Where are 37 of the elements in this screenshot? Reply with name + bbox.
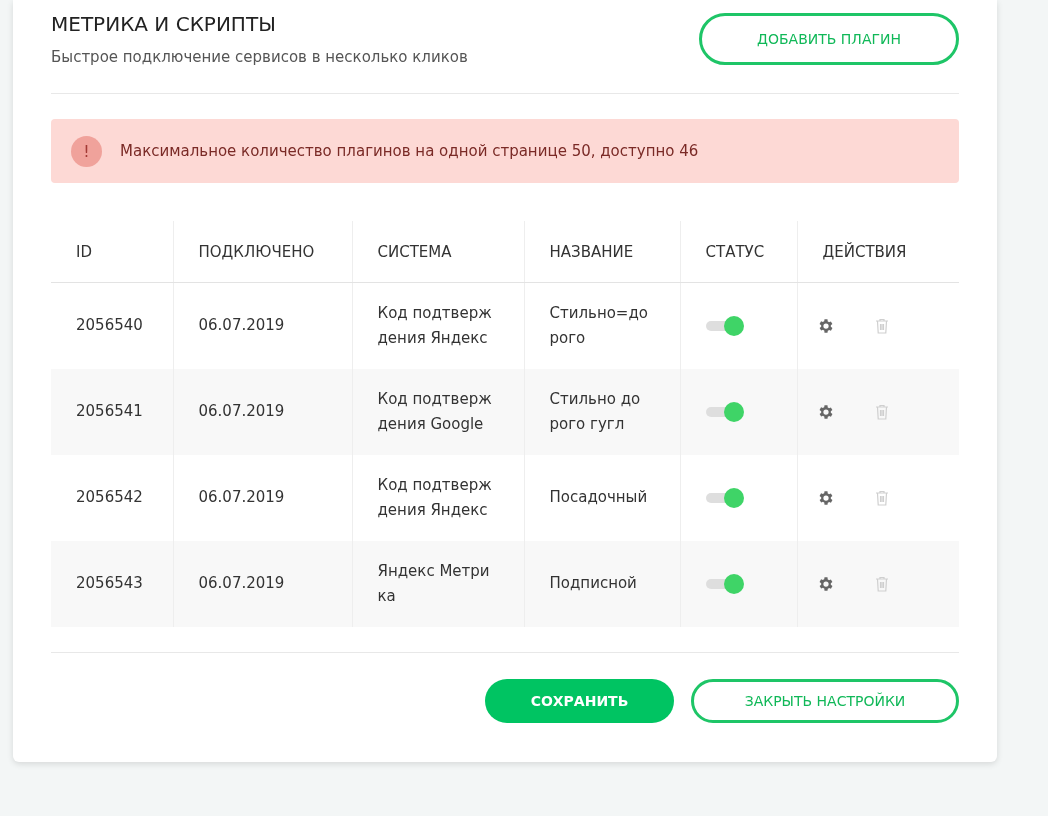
delete-icon[interactable] bbox=[874, 489, 889, 506]
status-toggle[interactable] bbox=[705, 315, 744, 336]
column-header: ID bbox=[51, 221, 173, 283]
column-header: ПОДКЛЮЧЕНО bbox=[173, 221, 352, 283]
table-cell: Код подтверж дения Google bbox=[352, 368, 524, 455]
table-cell: 06.07.2019 bbox=[173, 454, 352, 541]
status-toggle[interactable] bbox=[705, 573, 744, 594]
status-toggle[interactable] bbox=[705, 401, 744, 422]
table-cell: 2056541 bbox=[51, 368, 173, 455]
close-settings-button[interactable]: ЗАКРЫТЬ НАСТРОЙКИ bbox=[691, 678, 959, 723]
column-header: СТАТУС bbox=[680, 221, 797, 283]
table-cell: 06.07.2019 bbox=[173, 282, 352, 369]
table-cell: 2056542 bbox=[51, 454, 173, 541]
table-cell: Стильно до рого гугл bbox=[524, 368, 680, 455]
table-cell: Код подтверж дения Яндекс bbox=[352, 454, 524, 541]
section-title: МЕТРИКА И СКРИПТЫ bbox=[51, 12, 277, 36]
save-button[interactable]: СОХРАНИТЬ bbox=[485, 678, 674, 723]
table-cell: Код подтверж дения Яндекс bbox=[352, 282, 524, 369]
delete-icon[interactable] bbox=[874, 403, 889, 420]
column-header: НАЗВАНИЕ bbox=[524, 221, 680, 283]
table-cell: 06.07.2019 bbox=[173, 368, 352, 455]
table-cell: Яндекс Метри ка bbox=[352, 540, 524, 627]
table-cell: Подписной bbox=[524, 540, 680, 627]
delete-icon[interactable] bbox=[874, 575, 889, 592]
table-cell: Стильно=до рого bbox=[524, 282, 680, 369]
alert-text: Максимальное количество плагинов на одной странице 50, доступно 46 bbox=[120, 142, 699, 160]
table-cell: Посадочный bbox=[524, 454, 680, 541]
section-subtitle: Быстрое подключение сервисов в несколько кликов bbox=[51, 48, 468, 66]
status-toggle[interactable] bbox=[705, 487, 744, 508]
table-cell: 06.07.2019 bbox=[173, 540, 352, 627]
table-cell: 2056543 bbox=[51, 540, 173, 627]
column-header: СИСТЕМА bbox=[352, 221, 524, 283]
column-header: ДЕЙСТВИЯ bbox=[797, 221, 959, 283]
delete-icon[interactable] bbox=[874, 317, 889, 334]
warning-icon: ! bbox=[71, 135, 102, 167]
add-plugin-button[interactable]: ДОБАВИТЬ ПЛАГИН bbox=[699, 13, 959, 65]
table-cell: 2056540 bbox=[51, 282, 173, 369]
